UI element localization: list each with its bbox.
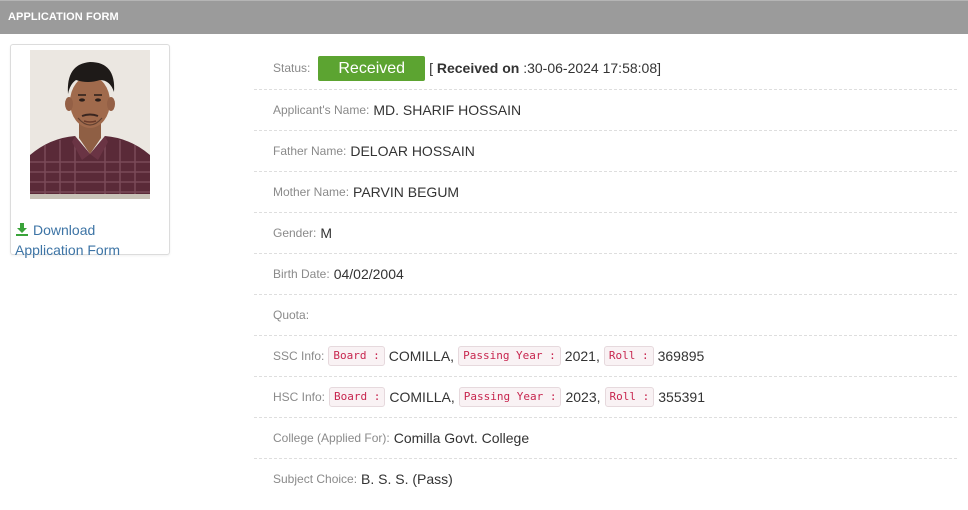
download-application-link[interactable]: Download Application Form bbox=[15, 220, 165, 260]
ssc-year-tag: Passing Year : bbox=[458, 346, 561, 366]
application-details: Status: Received [ Received on :30-06-20… bbox=[254, 47, 957, 499]
applicant-photo-card: Download Application Form bbox=[10, 44, 170, 258]
hsc-roll-tag: Roll : bbox=[604, 387, 655, 407]
mother-name-row: Mother Name: PARVIN BEGUM bbox=[254, 172, 957, 213]
quota-row: Quota: bbox=[254, 295, 957, 336]
birth-date-label: Birth Date: bbox=[273, 267, 330, 281]
status-label: Status: bbox=[273, 61, 311, 75]
ssc-info-label: SSC Info: bbox=[273, 349, 325, 363]
page-title: APPLICATION FORM bbox=[8, 11, 119, 23]
received-on-text: [ Received on :30-06-2024 17:58:08] bbox=[429, 60, 661, 76]
ssc-board-tag: Board : bbox=[328, 346, 385, 366]
hsc-board-tag: Board : bbox=[329, 387, 386, 407]
father-name-label: Father Name: bbox=[273, 144, 347, 158]
page-header: APPLICATION FORM bbox=[0, 0, 968, 34]
gender-label: Gender: bbox=[273, 226, 317, 240]
gender-value: M bbox=[320, 225, 333, 241]
birth-date-row: Birth Date: 04/02/2004 bbox=[254, 254, 957, 295]
subject-choice-row: Subject Choice: B. S. S. (Pass) bbox=[254, 459, 957, 499]
quota-label: Quota: bbox=[273, 308, 310, 322]
status-badge: Received bbox=[318, 55, 426, 81]
gender-row: Gender: M bbox=[254, 213, 957, 254]
applicant-name-value: MD. SHARIF HOSSAIN bbox=[373, 102, 522, 118]
mother-name-label: Mother Name: bbox=[273, 185, 350, 199]
college-value: Comilla Govt. College bbox=[393, 430, 530, 446]
download-label: Download Application Form bbox=[15, 222, 121, 258]
subject-choice-label: Subject Choice: bbox=[273, 472, 358, 486]
ssc-year-value: 2021, bbox=[564, 348, 600, 364]
ssc-roll-value: 369895 bbox=[657, 348, 705, 364]
father-name-value: DELOAR HOSSAIN bbox=[350, 143, 475, 159]
college-label: College (Applied For): bbox=[273, 431, 390, 445]
ssc-roll-tag: Roll : bbox=[603, 346, 654, 366]
father-name-row: Father Name: DELOAR HOSSAIN bbox=[254, 131, 957, 172]
hsc-year-tag: Passing Year : bbox=[458, 387, 562, 407]
ssc-info-row: SSC Info: Board : COMILLA, Passing Year … bbox=[254, 336, 957, 377]
hsc-info-label: HSC Info: bbox=[273, 390, 326, 404]
ssc-board-value: COMILLA, bbox=[388, 348, 455, 364]
hsc-info-row: HSC Info: Board : COMILLA, Passing Year … bbox=[254, 377, 957, 418]
download-icon bbox=[15, 221, 29, 236]
college-row: College (Applied For): Comilla Govt. Col… bbox=[254, 418, 957, 459]
status-row: Status: Received [ Received on :30-06-20… bbox=[254, 47, 957, 90]
applicant-name-row: Applicant's Name: MD. SHARIF HOSSAIN bbox=[254, 90, 957, 131]
subject-choice-value: B. S. S. (Pass) bbox=[361, 471, 453, 487]
hsc-year-value: 2023, bbox=[565, 389, 601, 405]
hsc-roll-value: 355391 bbox=[658, 389, 705, 405]
mother-name-value: PARVIN BEGUM bbox=[353, 184, 460, 200]
birth-date-value: 04/02/2004 bbox=[333, 266, 404, 282]
hsc-board-value: COMILLA, bbox=[389, 389, 455, 405]
applicant-photo bbox=[30, 50, 150, 199]
applicant-name-label: Applicant's Name: bbox=[273, 103, 370, 117]
